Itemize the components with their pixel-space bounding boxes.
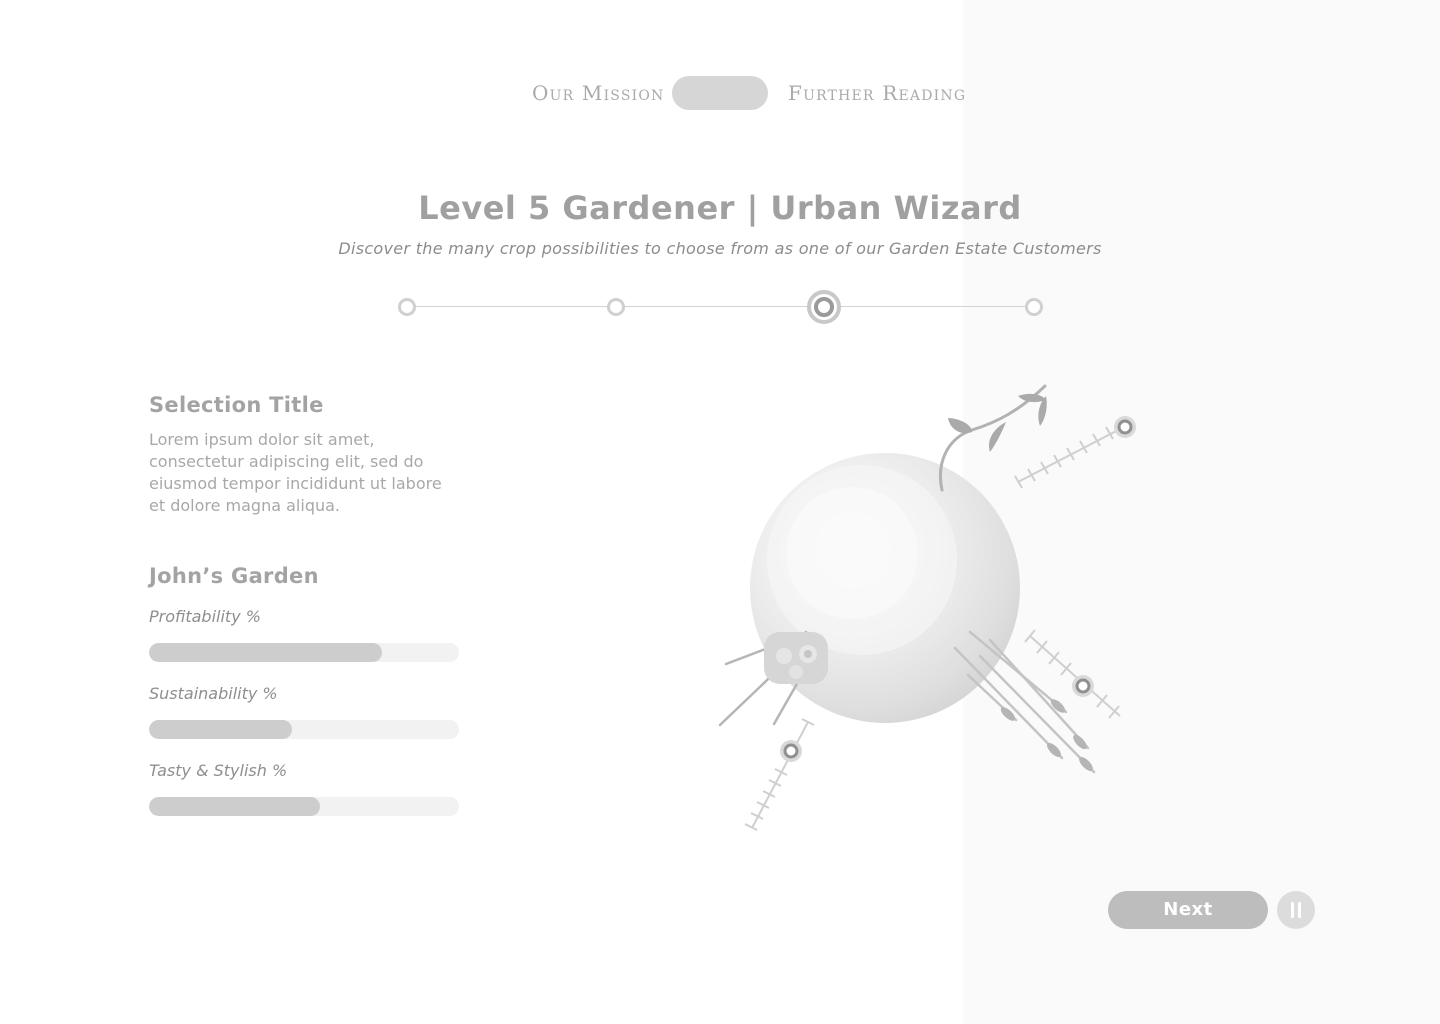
sustainability-bar <box>149 720 459 739</box>
ruler-bottom-left <box>744 718 815 831</box>
metric-label-profitability: Profitability % <box>149 607 261 626</box>
step-4-dot[interactable] <box>1025 298 1043 316</box>
selection-description: Lorem ipsum dolor sit amet, consectetur … <box>149 430 442 515</box>
ruler-top-right <box>1014 426 1123 489</box>
metric-label-sustainability: Sustainability % <box>149 684 278 703</box>
nav-toggle-pill[interactable] <box>672 76 768 110</box>
map-pin-top-right[interactable] <box>1114 416 1136 438</box>
ruler-right <box>1024 629 1121 719</box>
tasty-stylish-bar <box>149 797 459 816</box>
sustainability-bar-fill <box>149 720 292 739</box>
selection-title: Selection Title <box>149 393 324 417</box>
nav-our-mission-link[interactable]: Our Mission <box>532 80 665 106</box>
garden-title: John’s Garden <box>149 564 319 588</box>
garden-globe-illustration <box>718 384 1136 831</box>
next-button[interactable]: Next <box>1108 891 1268 929</box>
step-3-dot-current[interactable] <box>807 290 841 324</box>
metric-label-tasty-stylish: Tasty & Stylish % <box>149 761 288 780</box>
map-pin-bottom-left[interactable] <box>780 740 802 762</box>
step-1-dot[interactable] <box>398 298 416 316</box>
page-subtitle: Discover the many crop possibilities to … <box>338 239 1102 258</box>
page-title: Level 5 Gardener | Urban Wizard <box>418 189 1022 227</box>
step-2-dot[interactable] <box>607 298 625 316</box>
stepper-track <box>407 306 1034 307</box>
profitability-bar <box>149 643 459 662</box>
tasty-stylish-bar-fill <box>149 797 320 816</box>
profitability-bar-fill <box>149 643 382 662</box>
pause-button[interactable] <box>1277 891 1315 929</box>
map-pin-right[interactable] <box>1072 675 1094 697</box>
nav-further-reading-link[interactable]: Further Reading <box>788 80 966 106</box>
flower-icon <box>764 632 828 684</box>
pause-icon <box>1291 902 1294 918</box>
